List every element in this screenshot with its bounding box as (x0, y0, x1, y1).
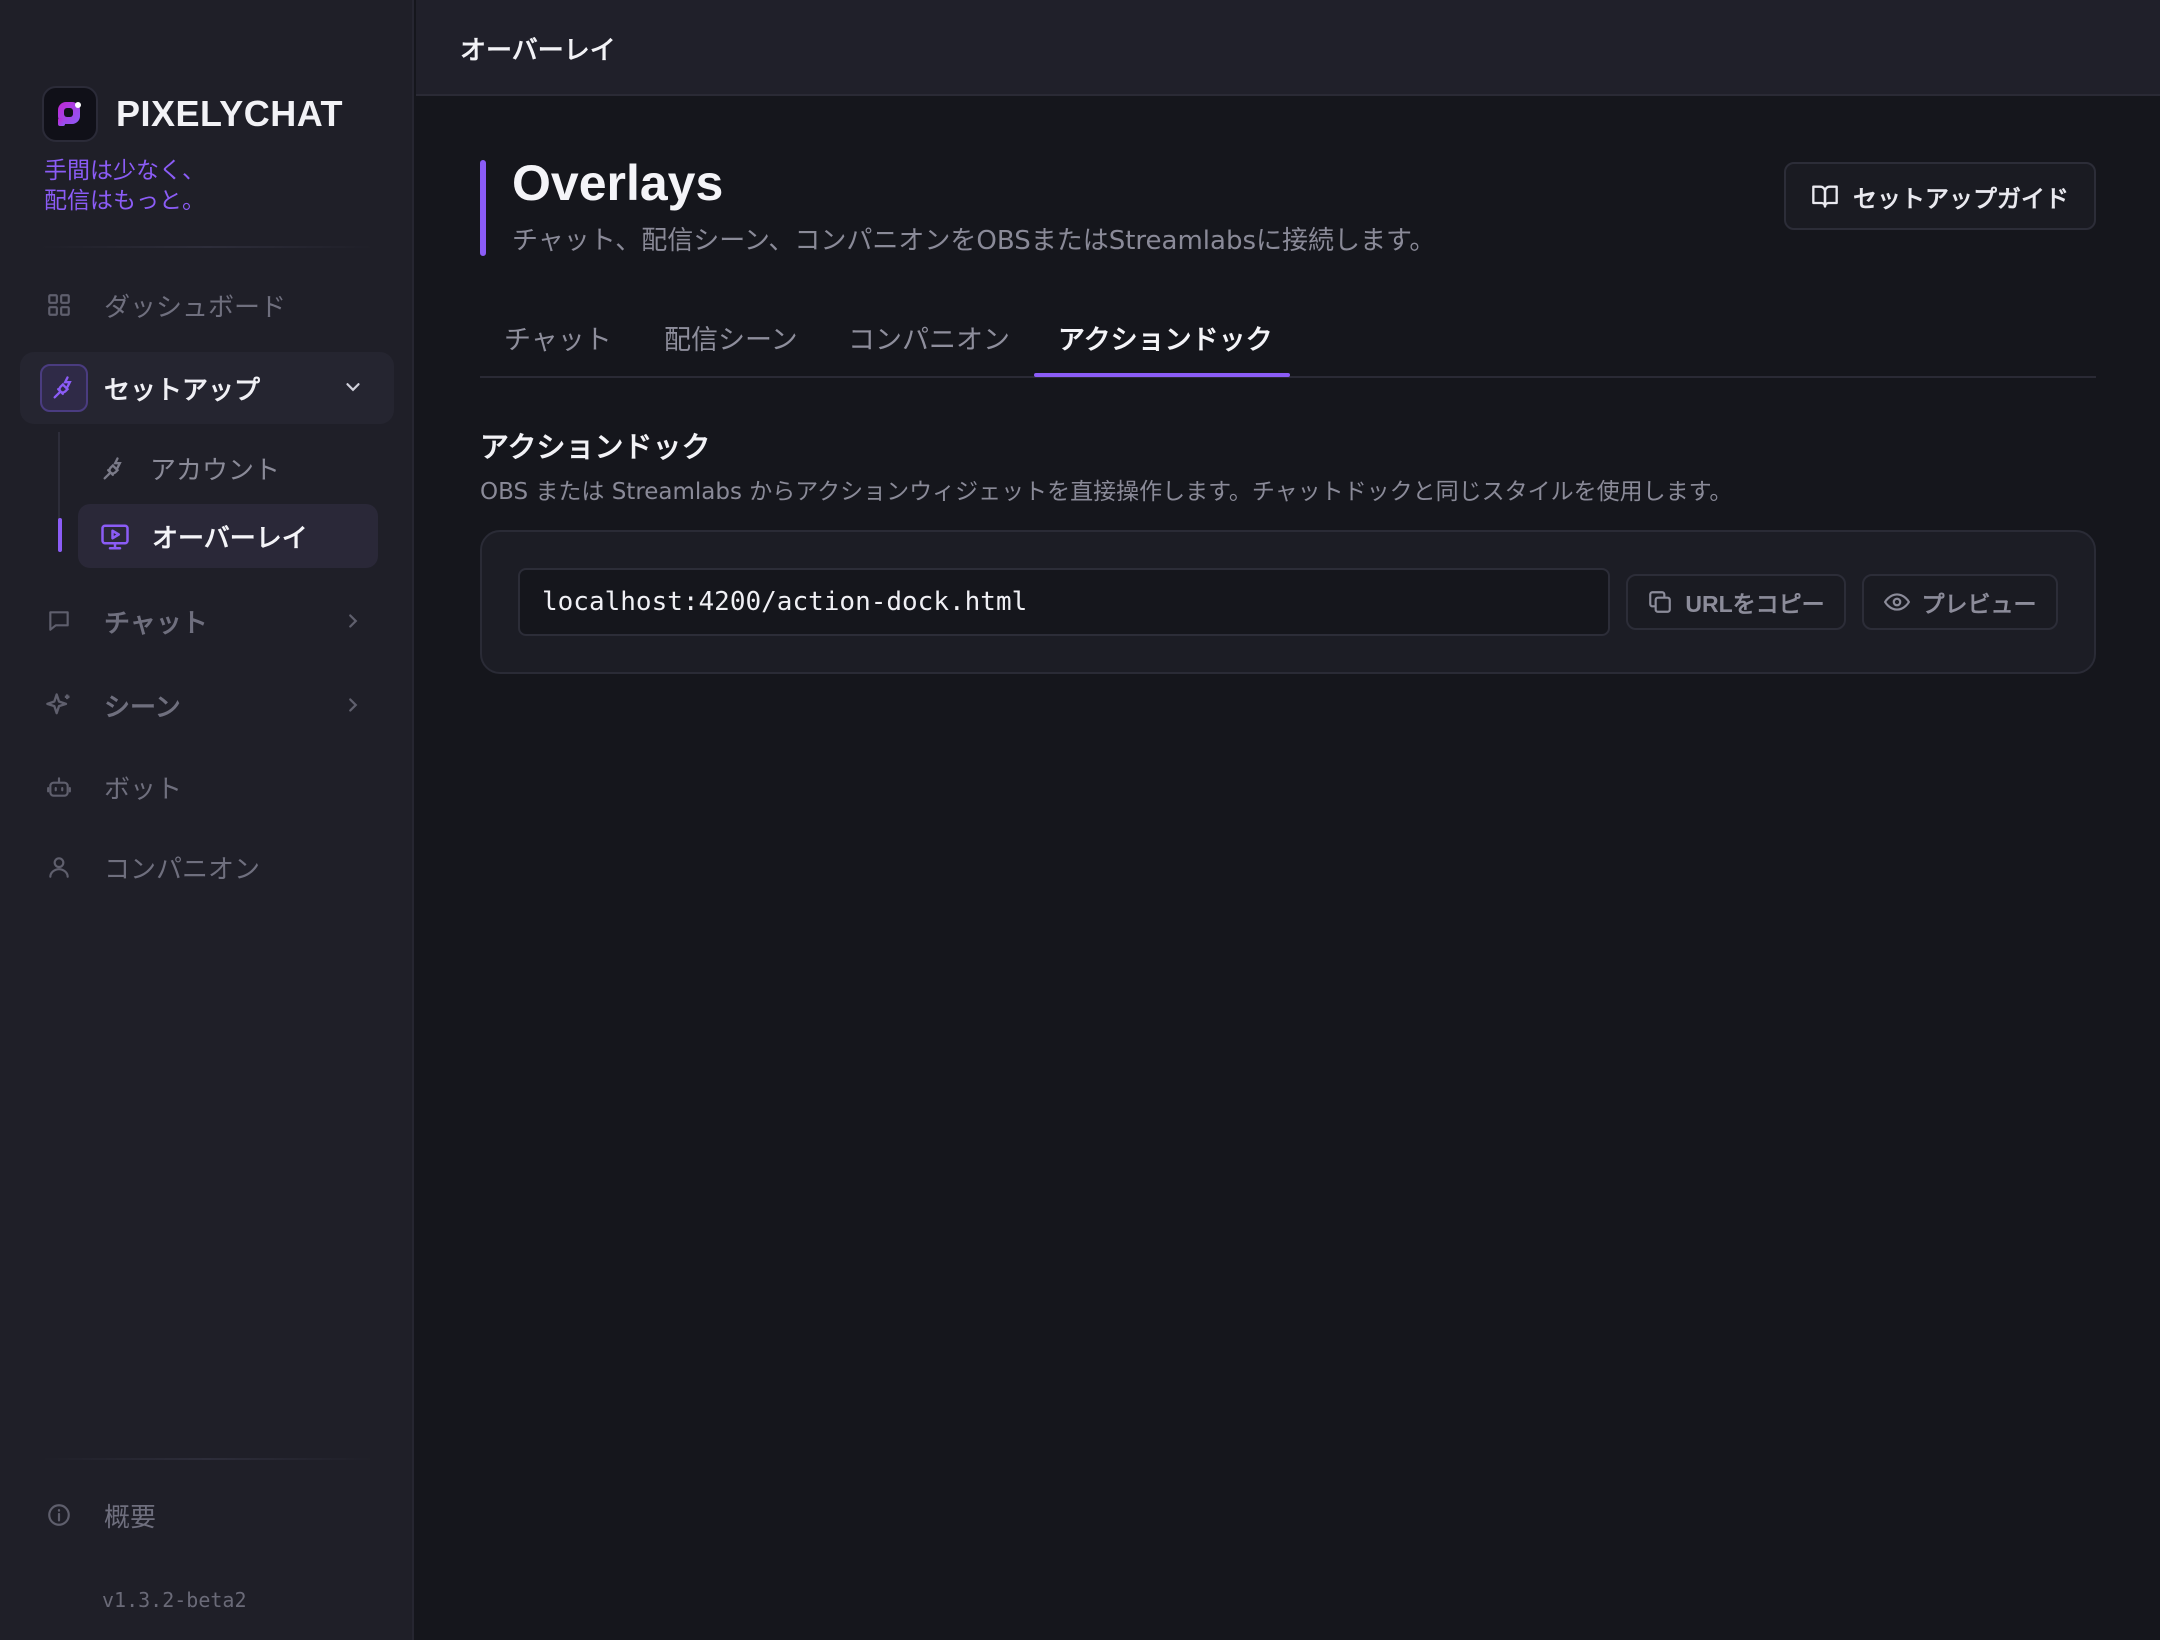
sidebar: PIXELYCHAT 手間は少なく、 配信はもっと。 ダッシュボード セットアッ… (0, 0, 414, 1640)
plug-icon (100, 455, 128, 483)
app-name: PIXELYCHAT (116, 93, 344, 134)
app-version: v1.3.2-beta2 (102, 1588, 247, 1612)
preview-button[interactable]: プレビュー (1862, 574, 2058, 630)
eye-icon (1883, 589, 1910, 615)
chevron-down-icon[interactable] (340, 374, 366, 400)
sidebar-item-label: ボット (104, 774, 183, 805)
sidebar-item-label: チャット (104, 608, 208, 639)
sidebar-divider (40, 1458, 374, 1460)
sidebar-subitem-account[interactable]: アカウント (100, 450, 280, 487)
sidebar-item-label: シーン (104, 692, 181, 723)
sidebar-subitem-overlay[interactable]: オーバーレイ (100, 518, 308, 555)
page-subtitle: チャット、配信シーン、コンパニオンをOBSまたはStreamlabsに接続します… (512, 226, 1436, 256)
chevron-right-icon[interactable] (340, 608, 366, 634)
monitor-play-icon (100, 522, 130, 552)
robot-icon (44, 772, 74, 802)
copy-url-label: URLをコピー (1685, 591, 1825, 617)
tagline: 手間は少なく、 配信はもっと。 (44, 156, 205, 216)
active-indicator (58, 518, 62, 552)
sidebar-item-companion[interactable]: コンパニオン (44, 842, 260, 892)
sidebar-item-label: コンパニオン (104, 854, 261, 885)
brand[interactable]: PIXELYCHAT (42, 86, 343, 142)
sidebar-item-label: ダッシュボード (104, 292, 287, 323)
copy-url-button[interactable]: URLをコピー (1626, 574, 1846, 630)
sidebar-item-label: 概要 (104, 1502, 157, 1533)
setup-guide-button[interactable]: セットアップガイド (1784, 162, 2096, 230)
sidebar-divider (40, 246, 374, 248)
section-title: アクションドック (480, 430, 711, 464)
tab-stream-scene[interactable]: 配信シーン (664, 318, 798, 357)
user-icon (44, 852, 74, 882)
info-icon (44, 1500, 74, 1530)
sidebar-item-bot[interactable]: ボット (44, 762, 182, 812)
top-bar: オーバーレイ (416, 0, 2160, 96)
sparkle-icon (44, 690, 74, 720)
sidebar-item-dashboard[interactable]: ダッシュボード (44, 280, 286, 330)
tab-chat[interactable]: チャット (504, 318, 612, 357)
preview-label: プレビュー (1921, 591, 2037, 617)
sidebar-item-about[interactable]: 概要 (44, 1490, 156, 1540)
copy-icon (1647, 589, 1673, 615)
header-title: オーバーレイ (460, 36, 616, 66)
sidebar-subitem-label: オーバーレイ (152, 524, 308, 554)
section-description: OBS または Streamlabs からアクションウィジェットを直接操作します… (480, 479, 1733, 505)
setup-guide-label: セットアップガイド (1853, 185, 2069, 213)
tagline-line-1: 手間は少なく、 (44, 158, 205, 184)
active-tab-indicator (1034, 373, 1290, 377)
sidebar-item-scene[interactable]: シーン (44, 680, 181, 730)
chevron-right-icon[interactable] (340, 692, 366, 718)
tab-action-dock[interactable]: アクションドック (1058, 318, 1273, 357)
plug-icon (40, 364, 88, 412)
sidebar-item-setup-label: セットアップ (104, 376, 261, 406)
page-title: Overlays (512, 155, 724, 211)
app-logo-icon (42, 86, 98, 142)
overlay-url-field[interactable] (518, 568, 1610, 636)
sidebar-subitem-label: アカウント (150, 456, 281, 486)
book-open-icon (1811, 182, 1839, 210)
tab-companion[interactable]: コンパニオン (848, 318, 1010, 357)
chat-bubble-icon (44, 606, 74, 636)
sidebar-item-chat[interactable]: チャット (44, 596, 208, 646)
title-accent-bar (480, 160, 486, 256)
grid-icon (44, 290, 74, 320)
tagline-line-2: 配信はもっと。 (44, 188, 205, 214)
